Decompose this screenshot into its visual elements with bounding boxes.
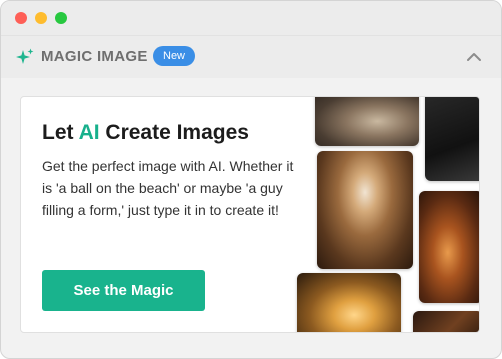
panel-title: MAGIC IMAGE [41, 48, 148, 65]
card-title: Let AI Create Images [42, 121, 249, 145]
new-badge: New [153, 46, 196, 66]
magic-image-panel-header[interactable]: MAGIC IMAGE New [1, 35, 501, 78]
sample-image-bedroom [315, 97, 419, 146]
promo-card: Let AI Create Images Get the perfect ima… [20, 96, 480, 333]
close-window-button[interactable] [15, 12, 27, 24]
maximize-window-button[interactable] [55, 12, 67, 24]
title-bar [1, 1, 501, 35]
minimize-window-button[interactable] [35, 12, 47, 24]
sparkle-icon [16, 48, 34, 64]
sample-image-dark [425, 97, 479, 181]
card-title-prefix: Let [42, 121, 79, 144]
card-title-suffix: Create Images [99, 121, 249, 144]
card-title-accent: AI [78, 121, 100, 144]
sample-image-rock-formation [317, 151, 413, 269]
sample-image-candlelight-portrait [297, 273, 401, 332]
sample-image-canyon [419, 191, 479, 303]
see-the-magic-button[interactable]: See the Magic [42, 270, 205, 311]
app-window: MAGIC IMAGE New Let AI Create Images Get… [0, 0, 502, 359]
card-description: Get the perfect image with AI. Whether i… [42, 158, 294, 218]
chevron-up-icon[interactable] [465, 48, 483, 66]
sample-image-interior [413, 311, 479, 332]
